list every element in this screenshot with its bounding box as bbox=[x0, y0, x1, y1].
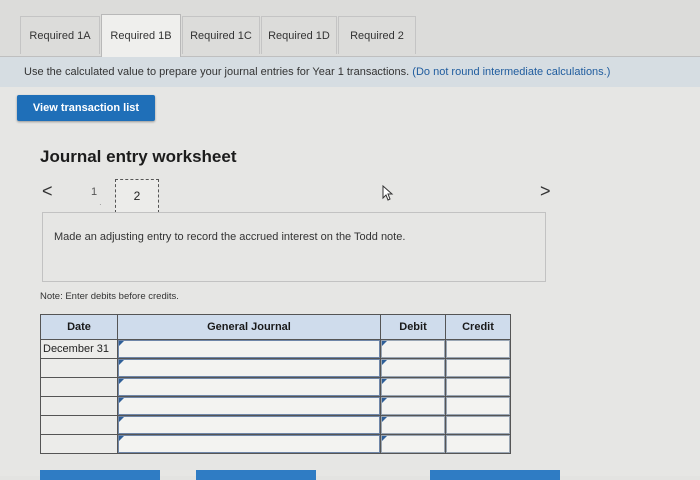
date-cell[interactable] bbox=[40, 415, 118, 435]
credit-input[interactable] bbox=[446, 359, 510, 377]
dropdown-marker-icon bbox=[119, 360, 124, 365]
dropdown-marker-icon bbox=[119, 436, 124, 441]
instruction-text: Use the calculated value to prepare your… bbox=[24, 66, 410, 78]
debit-cell[interactable] bbox=[380, 358, 446, 378]
table-row bbox=[40, 396, 511, 416]
transaction-description: Made an adjusting entry to record the ac… bbox=[42, 212, 546, 282]
next-page-icon[interactable]: > bbox=[540, 181, 551, 202]
journal-cell[interactable] bbox=[117, 396, 381, 416]
date-cell[interactable]: December 31 bbox=[40, 339, 118, 359]
page-dot-icon: · bbox=[99, 200, 102, 209]
credit-input[interactable] bbox=[446, 435, 510, 453]
tab-required-1b[interactable]: Required 1B bbox=[101, 14, 181, 57]
account-input[interactable] bbox=[118, 397, 380, 415]
credit-input[interactable] bbox=[446, 378, 510, 396]
dropdown-marker-icon bbox=[382, 436, 387, 441]
worksheet-title: Journal entry worksheet bbox=[40, 147, 237, 166]
debit-cell[interactable] bbox=[380, 396, 446, 416]
account-input[interactable] bbox=[118, 359, 380, 377]
debit-header: Debit bbox=[380, 314, 446, 340]
tab-required-2[interactable]: Required 2 bbox=[338, 16, 416, 54]
general-journal-header: General Journal bbox=[117, 314, 381, 340]
account-input[interactable] bbox=[118, 416, 380, 434]
tab-required-1a[interactable]: Required 1A bbox=[20, 16, 100, 54]
date-cell[interactable] bbox=[40, 434, 118, 454]
dropdown-marker-icon bbox=[382, 379, 387, 384]
dropdown-marker-icon bbox=[382, 341, 387, 346]
dropdown-marker-icon bbox=[119, 398, 124, 403]
debit-cell[interactable] bbox=[380, 377, 446, 397]
note-text: Note: Enter debits before credits. bbox=[40, 291, 179, 302]
dropdown-marker-icon bbox=[119, 341, 124, 346]
tab-required-1d[interactable]: Required 1D bbox=[261, 16, 337, 54]
credit-input[interactable] bbox=[446, 340, 510, 358]
dropdown-marker-icon bbox=[382, 417, 387, 422]
debit-input[interactable] bbox=[381, 397, 445, 415]
credit-input[interactable] bbox=[446, 397, 510, 415]
view-transaction-list-button[interactable]: View transaction list bbox=[17, 95, 155, 121]
table-row bbox=[40, 377, 511, 397]
prev-page-icon[interactable]: < bbox=[42, 181, 53, 202]
table-row: December 31 bbox=[40, 339, 511, 359]
date-header: Date bbox=[40, 314, 118, 340]
page-1-link[interactable]: 1 bbox=[91, 186, 97, 198]
credit-cell[interactable] bbox=[445, 415, 511, 435]
tabs-bar: Required 1A Required 1B Required 1C Requ… bbox=[0, 0, 700, 57]
debit-cell[interactable] bbox=[380, 339, 446, 359]
table-row bbox=[40, 434, 511, 454]
journal-cell[interactable] bbox=[117, 377, 381, 397]
dropdown-marker-icon bbox=[382, 398, 387, 403]
date-cell[interactable] bbox=[40, 358, 118, 378]
view-general-journal-button[interactable] bbox=[430, 470, 560, 480]
dropdown-marker-icon bbox=[382, 360, 387, 365]
debit-input[interactable] bbox=[381, 378, 445, 396]
record-entry-button[interactable] bbox=[40, 470, 160, 480]
instruction-bar: Use the calculated value to prepare your… bbox=[0, 57, 700, 87]
debit-input[interactable] bbox=[381, 340, 445, 358]
clear-entry-button[interactable] bbox=[196, 470, 316, 480]
date-cell[interactable] bbox=[40, 396, 118, 416]
debit-input[interactable] bbox=[381, 416, 445, 434]
table-row bbox=[40, 415, 511, 435]
mouse-cursor-icon bbox=[382, 185, 394, 201]
journal-cell[interactable] bbox=[117, 339, 381, 359]
dropdown-marker-icon bbox=[119, 379, 124, 384]
journal-cell[interactable] bbox=[117, 434, 381, 454]
credit-header: Credit bbox=[445, 314, 511, 340]
date-cell[interactable] bbox=[40, 377, 118, 397]
debit-input[interactable] bbox=[381, 359, 445, 377]
worksheet-panel: View transaction list Journal entry work… bbox=[0, 87, 700, 480]
table-row bbox=[40, 358, 511, 378]
credit-cell[interactable] bbox=[445, 358, 511, 378]
credit-input[interactable] bbox=[446, 416, 510, 434]
debit-cell[interactable] bbox=[380, 415, 446, 435]
dropdown-marker-icon bbox=[119, 417, 124, 422]
debit-input[interactable] bbox=[381, 435, 445, 453]
debit-cell[interactable] bbox=[380, 434, 446, 454]
credit-cell[interactable] bbox=[445, 396, 511, 416]
credit-cell[interactable] bbox=[445, 434, 511, 454]
credit-cell[interactable] bbox=[445, 339, 511, 359]
journal-cell[interactable] bbox=[117, 358, 381, 378]
page-2-current[interactable]: 2 bbox=[115, 179, 159, 213]
account-input[interactable] bbox=[118, 340, 380, 358]
journal-cell[interactable] bbox=[117, 415, 381, 435]
account-input[interactable] bbox=[118, 378, 380, 396]
credit-cell[interactable] bbox=[445, 377, 511, 397]
journal-table: Date General Journal Debit Credit Decemb… bbox=[40, 314, 511, 454]
instruction-highlight: (Do not round intermediate calculations.… bbox=[412, 66, 611, 78]
transaction-description-text: Made an adjusting entry to record the ac… bbox=[54, 231, 406, 243]
tab-required-1c[interactable]: Required 1C bbox=[182, 16, 260, 54]
account-input[interactable] bbox=[118, 435, 380, 453]
